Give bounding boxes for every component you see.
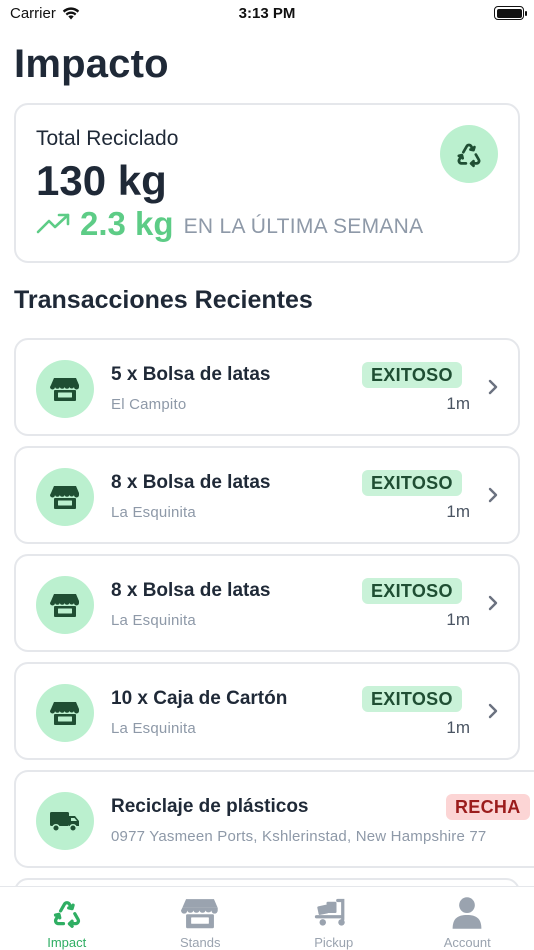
truck-icon [50, 812, 79, 833]
chevron-right-icon [488, 379, 498, 395]
store-icon [50, 702, 79, 725]
transaction-title: 5 x Bolsa de latas [111, 364, 271, 385]
transaction-card[interactable]: Reciclaje de plásticos 0977 Yasmeen Port… [14, 770, 534, 868]
transaction-time: 1m [446, 718, 470, 737]
tab-bar: Impact Stands Pickup Account [0, 886, 534, 950]
total-recycled-card: Total Reciclado 130 kg 2.3 kg EN LA ÚLTI… [14, 103, 520, 263]
tab-pickup[interactable]: Pickup [267, 887, 401, 950]
recycle-icon [53, 901, 80, 928]
store-icon [181, 899, 218, 929]
transaction-title: Reciclaje de plásticos [111, 796, 309, 817]
battery-icon [494, 6, 527, 20]
transaction-location: La Esquinita [111, 720, 196, 737]
status-badge: EXITOSO [362, 686, 462, 712]
transaction-location: 0977 Yasmeen Ports, Kshlerinstad, New Ha… [111, 828, 487, 845]
transaction-card[interactable]: 10 x Caja de Cartón La Esquinita EXITOSO… [14, 662, 520, 760]
tab-label: Impact [47, 935, 87, 950]
store-icon [50, 594, 79, 617]
transaction-title: 8 x Bolsa de latas [111, 580, 271, 601]
transaction-time: 1m [446, 610, 470, 629]
chevron-right-icon [488, 703, 498, 719]
store-icon-badge [36, 360, 94, 418]
store-icon-badge [36, 576, 94, 634]
status-bar: Carrier 3:13 PM [0, 0, 534, 30]
truck-icon-badge [36, 792, 94, 850]
weekly-trend: 2.3 kg EN LA ÚLTIMA SEMANA [36, 205, 423, 243]
store-icon [50, 378, 79, 401]
store-icon-badge [36, 684, 94, 742]
tab-impact[interactable]: Impact [0, 887, 134, 950]
recycle-icon [457, 143, 481, 168]
transaction-title: 10 x Caja de Cartón [111, 688, 288, 709]
recent-transactions-title: Transacciones Recientes [14, 286, 313, 314]
total-recycled-value: 130 kg [36, 157, 167, 204]
page-title: Impacto [14, 42, 169, 86]
tab-label: Pickup [314, 935, 354, 950]
transaction-time: 1m [446, 394, 470, 413]
store-icon [50, 486, 79, 509]
transaction-location: La Esquinita [111, 612, 196, 629]
transaction-title: 8 x Bolsa de latas [111, 472, 271, 493]
total-recycled-label: Total Reciclado [36, 127, 179, 150]
chevron-right-icon [488, 595, 498, 611]
status-badge: EXITOSO [362, 578, 462, 604]
chevron-right-icon [488, 487, 498, 503]
person-icon [452, 897, 482, 929]
transaction-location: El Campito [111, 396, 187, 413]
transaction-card[interactable]: 5 x Bolsa de latas El Campito EXITOSO 1m [14, 338, 520, 436]
tab-label: Stands [180, 935, 221, 950]
trend-value: 2.3 kg [80, 205, 174, 242]
trending-up-icon [36, 213, 70, 234]
tab-stands[interactable]: Stands [134, 887, 268, 950]
transaction-card[interactable]: 8 x Bolsa de latas La Esquinita EXITOSO … [14, 554, 520, 652]
transaction-location: La Esquinita [111, 504, 196, 521]
status-badge: EXITOSO [362, 362, 462, 388]
store-icon-badge [36, 468, 94, 526]
status-badge: EXITOSO [362, 470, 462, 496]
trend-caption: EN LA ÚLTIMA SEMANA [183, 215, 424, 238]
status-badge: RECHA [446, 794, 530, 820]
tab-label: Account [443, 935, 491, 950]
tab-account[interactable]: Account [401, 887, 534, 950]
transaction-time: 1m [446, 502, 470, 521]
clock: 3:13 PM [238, 5, 296, 22]
transaction-card[interactable]: 8 x Bolsa de latas La Esquinita EXITOSO … [14, 446, 520, 544]
recycle-badge [440, 125, 498, 183]
truck-icon [314, 898, 345, 926]
